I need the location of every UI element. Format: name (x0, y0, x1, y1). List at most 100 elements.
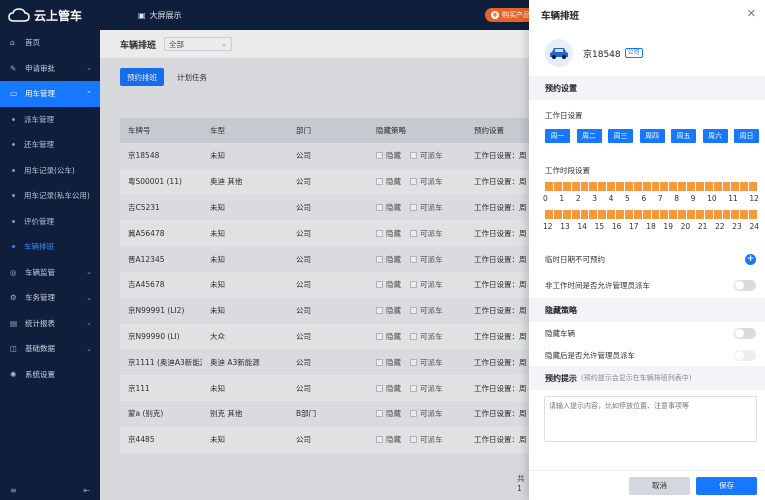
half-hour-slot[interactable] (598, 182, 607, 191)
hour-label: 16 (611, 222, 622, 231)
hours-bar-am[interactable] (545, 182, 757, 191)
workday-button-5[interactable]: 周六 (702, 129, 728, 143)
add-icon[interactable]: + (745, 253, 756, 265)
sidebar-item-label: 车务管理 (25, 293, 55, 303)
drawer-footer: 取消 保存 (529, 470, 765, 500)
half-hour-slot[interactable] (651, 210, 660, 219)
half-hour-slot[interactable] (749, 182, 757, 191)
half-hour-slot[interactable] (731, 210, 740, 219)
sidebar-item-2[interactable]: ▭ 用车管理 ⌃ (0, 81, 100, 107)
half-hour-slot[interactable] (687, 210, 695, 219)
sidebar-item-7[interactable]: ✺ 系统设置 (0, 362, 100, 388)
half-hour-slot[interactable] (580, 182, 589, 191)
hour-label: 14 (577, 222, 587, 231)
hide-vehicle-toggle[interactable] (734, 327, 756, 339)
half-hour-slot[interactable] (660, 210, 669, 219)
section-booking-title: 预约设置 (545, 83, 577, 93)
half-hour-slot[interactable] (580, 210, 589, 219)
half-hour-slot[interactable] (678, 210, 686, 219)
cancel-button[interactable]: 取消 (629, 476, 690, 495)
half-hour-slot[interactable] (722, 210, 731, 219)
half-hour-slot[interactable] (633, 182, 642, 191)
half-hour-slot[interactable] (589, 182, 598, 191)
save-button[interactable]: 保存 (696, 476, 757, 495)
report-icon: ▤ (10, 318, 18, 328)
half-hour-slot[interactable] (562, 210, 571, 219)
workday-button-2[interactable]: 周三 (608, 129, 633, 143)
sidebar-item-3[interactable]: ◎ 车辆监管 ⌄ (0, 260, 100, 286)
half-hour-slot[interactable] (740, 210, 749, 219)
half-hour-slot[interactable] (616, 210, 624, 219)
half-hour-slot[interactable] (687, 182, 695, 191)
half-hour-slot[interactable] (545, 182, 553, 191)
sidebar-subitem-0[interactable]: 派车管理 (0, 107, 100, 133)
hide-allow-toggle[interactable] (734, 349, 756, 361)
close-icon[interactable]: ✕ (747, 7, 756, 20)
hour-label: 6 (641, 194, 647, 203)
half-hour-slot[interactable] (704, 210, 713, 219)
sidebar-item-0[interactable]: ⌂ 首页 (0, 30, 100, 56)
sidebar-item-1[interactable]: ✎ 申请审批 ⌄ (0, 56, 100, 82)
half-hour-slot[interactable] (722, 182, 731, 191)
half-hour-slot[interactable] (642, 210, 651, 219)
app-logo[interactable]: 云上管车 (0, 7, 100, 24)
half-hour-slot[interactable] (678, 182, 686, 191)
sidebar-subitem-4[interactable]: 评价管理 (0, 209, 100, 235)
sidebar-item-6[interactable]: ◫ 基础数据 ⌄ (0, 336, 100, 362)
workday-button-0[interactable]: 周一 (545, 129, 570, 143)
half-hour-slot[interactable] (695, 182, 704, 191)
hours-bar-pm[interactable] (545, 210, 757, 219)
car-icon (545, 39, 573, 67)
hour-label: 7 (657, 194, 663, 203)
sidebar-subitem-2[interactable]: 用车记录(公车) (0, 158, 100, 184)
half-hour-slot[interactable] (669, 182, 678, 191)
half-hour-slot[interactable] (571, 210, 580, 219)
buy-label: 购买产品 (502, 11, 530, 19)
half-hour-slot[interactable] (713, 182, 722, 191)
sidebar-item-4[interactable]: ⚙ 车务管理 ⌄ (0, 285, 100, 311)
workday-button-6[interactable]: 周日 (734, 129, 759, 143)
workday-button-4[interactable]: 周五 (671, 129, 696, 143)
sidebar-subitem-5[interactable]: 车辆排班 (0, 234, 100, 260)
bullet-icon (12, 143, 15, 147)
half-hour-slot[interactable] (562, 182, 571, 191)
collapse-icon[interactable]: ⇤ (83, 486, 90, 495)
half-hour-slot[interactable] (749, 210, 757, 219)
half-hour-slot[interactable] (589, 210, 598, 219)
half-hour-slot[interactable] (651, 182, 660, 191)
half-hour-slot[interactable] (545, 210, 553, 219)
half-hour-slot[interactable] (616, 182, 624, 191)
half-hour-slot[interactable] (598, 210, 607, 219)
workday-button-1[interactable]: 周二 (576, 129, 602, 143)
workday-label: 工作日设置 (545, 111, 583, 120)
half-hour-slot[interactable] (633, 210, 642, 219)
half-hour-slot[interactable] (642, 182, 651, 191)
half-hour-slot[interactable] (660, 182, 669, 191)
sidebar-item-label: 用车管理 (25, 89, 55, 99)
half-hour-slot[interactable] (553, 182, 562, 191)
menu-lines-icon[interactable]: ≡ (10, 486, 17, 495)
workday-button-3[interactable]: 周四 (639, 129, 665, 143)
half-hour-slot[interactable] (695, 210, 704, 219)
allow-offhours-toggle[interactable] (734, 279, 756, 291)
half-hour-slot[interactable] (607, 182, 615, 191)
half-hour-slot[interactable] (704, 182, 713, 191)
half-hour-slot[interactable] (553, 210, 562, 219)
bullet-icon (12, 117, 15, 121)
hour-label: 17 (629, 222, 639, 231)
half-hour-slot[interactable] (740, 182, 749, 191)
half-hour-slot[interactable] (624, 210, 633, 219)
half-hour-slot[interactable] (669, 210, 678, 219)
half-hour-slot[interactable] (624, 182, 633, 191)
section-hide-title: 隐藏策略 (545, 305, 577, 315)
sidebar-item-5[interactable]: ▤ 统计报表 ⌄ (0, 311, 100, 337)
half-hour-slot[interactable] (731, 182, 740, 191)
half-hour-slot[interactable] (571, 182, 580, 191)
sidebar-subitem-1[interactable]: 还车管理 (0, 132, 100, 158)
sidebar-subitem-3[interactable]: 用车记录(私车公用) (0, 183, 100, 209)
half-hour-slot[interactable] (607, 210, 615, 219)
big-screen-link[interactable]: ▣ 大屏展示 (138, 10, 182, 21)
tip-textarea[interactable] (544, 396, 757, 442)
drawer-mask[interactable] (100, 30, 529, 500)
half-hour-slot[interactable] (713, 210, 722, 219)
